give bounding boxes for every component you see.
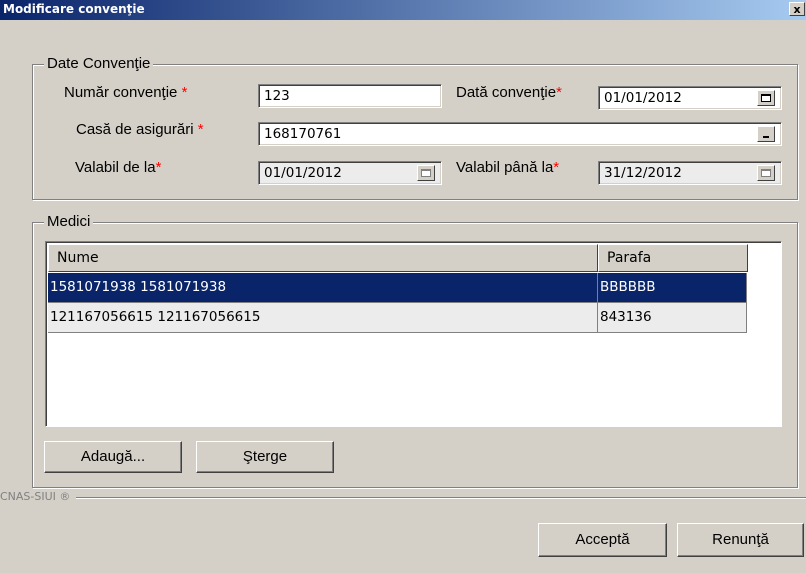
title-bar: Modificare convenţie x bbox=[0, 0, 806, 20]
group-date-conventie-legend: Date Convenţie bbox=[44, 55, 154, 72]
column-header-nume[interactable]: Nume bbox=[48, 244, 598, 272]
close-icon: x bbox=[793, 3, 801, 16]
cell-parafa: 843136 bbox=[598, 303, 747, 333]
cell-parafa: BBBBBB bbox=[598, 273, 747, 303]
footer-separator bbox=[0, 497, 806, 499]
required-mark: * bbox=[553, 159, 560, 176]
required-mark: * bbox=[181, 84, 188, 101]
required-mark: * bbox=[197, 121, 204, 138]
calendar-icon bbox=[421, 169, 431, 177]
data-conventie-label: Dată convenţie* bbox=[456, 84, 562, 101]
valabil-pana-field: 31/12/2012 bbox=[598, 161, 782, 185]
brand-label: CNAS-SIUI ® bbox=[0, 490, 77, 503]
calendar-button[interactable] bbox=[757, 90, 775, 106]
ellipsis-icon bbox=[763, 136, 769, 138]
medici-grid[interactable]: Nume Parafa 1581071938 1581071938 BBBBBB… bbox=[45, 241, 782, 427]
valabil-de-la-label: Valabil de la* bbox=[75, 159, 162, 176]
close-button[interactable]: x bbox=[789, 2, 805, 16]
required-mark: * bbox=[556, 84, 562, 101]
numar-conventie-field[interactable]: 123 bbox=[258, 84, 442, 108]
valabil-de-la-field: 01/01/2012 bbox=[258, 161, 442, 185]
casa-asigurari-label: Casă de asigurări * bbox=[76, 121, 204, 138]
window-title: Modificare convenţie bbox=[3, 2, 145, 16]
group-medici-legend: Medici bbox=[44, 213, 94, 230]
data-conventie-field[interactable]: 01/01/2012 bbox=[598, 86, 782, 110]
calendar-icon bbox=[761, 169, 771, 177]
add-medic-button[interactable]: Adaugă... bbox=[44, 441, 182, 473]
cell-nume: 1581071938 1581071938 bbox=[48, 273, 598, 303]
grid-header: Nume Parafa bbox=[48, 244, 748, 273]
calendar-button-disabled bbox=[417, 165, 435, 181]
calendar-icon bbox=[761, 94, 771, 102]
required-mark: * bbox=[155, 159, 162, 176]
column-header-parafa[interactable]: Parafa bbox=[598, 244, 748, 272]
numar-conventie-label: Număr convenţie * bbox=[64, 84, 188, 101]
delete-medic-button[interactable]: Şterge bbox=[196, 441, 334, 473]
table-row[interactable]: 121167056615 121167056615 843136 bbox=[48, 303, 747, 333]
cancel-button[interactable]: Renunţă bbox=[677, 523, 804, 557]
calendar-button-disabled bbox=[757, 165, 775, 181]
accept-button[interactable]: Acceptă bbox=[538, 523, 667, 557]
lookup-button[interactable] bbox=[757, 126, 775, 142]
table-row[interactable]: 1581071938 1581071938 BBBBBB bbox=[48, 273, 747, 303]
casa-asigurari-field[interactable]: 168170761 bbox=[258, 122, 782, 146]
valabil-pana-label: Valabil până la* bbox=[456, 159, 560, 176]
cell-nume: 121167056615 121167056615 bbox=[48, 303, 598, 333]
